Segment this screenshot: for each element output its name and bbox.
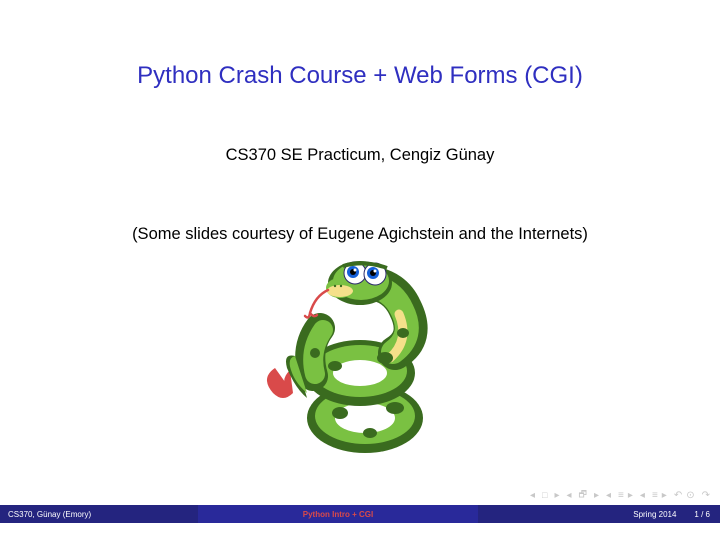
nav-subsection-icon[interactable]: 🗗 [579, 487, 588, 503]
beamer-nav-icons[interactable]: 🗗 ≡ ≡ ↶ ⊙ ↷ [530, 487, 708, 503]
footer-term: Spring 2014 [633, 510, 676, 519]
slide-title: Python Crash Course + Web Forms (CGI) [0, 0, 720, 90]
footer-author: CS370, Günay (Emory) [0, 505, 198, 523]
nav-undo-icon[interactable]: ↶ [674, 490, 680, 501]
nav-redo-icon[interactable]: ↷ [702, 490, 708, 501]
nav-prev-slide-icon[interactable] [606, 490, 612, 501]
nav-forward-icon[interactable] [662, 490, 668, 501]
footer-right: Spring 2014 1 / 6 [478, 505, 720, 523]
nav-first-icon[interactable] [530, 490, 536, 501]
nav-lines2-icon[interactable]: ≡ [652, 490, 656, 501]
snake-image [0, 258, 720, 463]
nav-lines-icon[interactable]: ≡ [618, 490, 622, 501]
nav-section-icon[interactable] [542, 490, 548, 501]
nav-next-slide-icon[interactable] [628, 490, 634, 501]
slide-credits: (Some slides courtesy of Eugene Agichste… [0, 225, 720, 244]
footer-page: 1 / 6 [694, 510, 710, 519]
nav-next-icon[interactable] [554, 490, 560, 501]
slide-title-page: Python Crash Course + Web Forms (CGI) CS… [0, 0, 720, 541]
nav-back-icon[interactable] [640, 490, 646, 501]
footer-title: Python Intro + CGI [198, 505, 478, 523]
nav-prev-sub-icon[interactable] [567, 490, 573, 501]
nav-search-icon[interactable]: ⊙ [686, 490, 695, 501]
nav-next-sub-icon[interactable] [594, 490, 600, 501]
slide-subtitle: CS370 SE Practicum, Cengiz Günay [0, 146, 720, 165]
footer-bar: CS370, Günay (Emory) Python Intro + CGI … [0, 505, 720, 523]
